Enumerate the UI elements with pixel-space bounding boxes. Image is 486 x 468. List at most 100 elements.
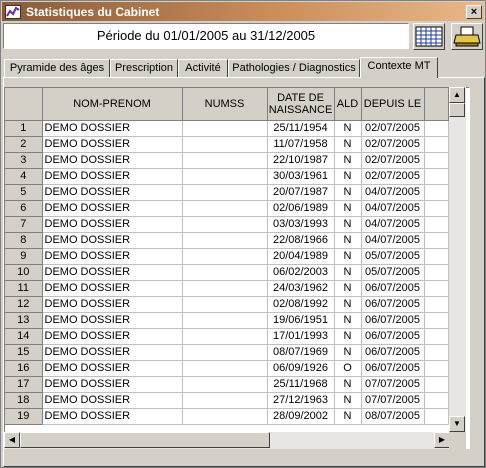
cell-nom-prenom: DEMO DOSSIER xyxy=(42,120,183,137)
vertical-scrollbar[interactable]: ▲ ▼ xyxy=(449,87,466,432)
table-row[interactable]: 13 DEMO DOSSIER 19/06/1951 N 06/07/2005 xyxy=(5,312,449,329)
column-header-nom-prenom[interactable]: NOM-PRENOM xyxy=(42,88,183,121)
column-header-depuis-le[interactable]: DEPUIS LE xyxy=(361,88,425,121)
scroll-up-button[interactable]: ▲ xyxy=(449,87,465,103)
table-row[interactable]: 2 DEMO DOSSIER 11/07/1958 N 02/07/2005 xyxy=(5,136,449,153)
cell-date-naissance: 24/03/1962 xyxy=(267,280,335,297)
cell-ald: N xyxy=(334,120,362,137)
cell-numss xyxy=(182,392,268,409)
column-header-empty xyxy=(424,88,449,121)
scroll-thumb-vertical[interactable] xyxy=(449,103,465,117)
scroll-thumb-horizontal[interactable] xyxy=(20,432,270,448)
printer-icon xyxy=(452,26,482,52)
scroll-right-button[interactable]: ▶ xyxy=(434,432,450,448)
cell-nom-prenom: DEMO DOSSIER xyxy=(42,136,183,153)
cell-ald: N xyxy=(334,376,362,393)
table-row[interactable]: 8 DEMO DOSSIER 22/08/1966 N 04/07/2005 xyxy=(5,232,449,249)
cell-empty xyxy=(424,136,449,153)
cell-ald: N xyxy=(334,328,362,345)
cell-date-naissance: 06/09/1926 xyxy=(267,360,335,377)
cell-empty xyxy=(424,296,449,313)
cell-nom-prenom: DEMO DOSSIER xyxy=(42,408,183,425)
table-row[interactable]: 12 DEMO DOSSIER 02/08/1992 N 06/07/2005 xyxy=(5,296,449,313)
cell-ald: O xyxy=(334,360,362,377)
row-number: 1 xyxy=(5,120,43,137)
cell-depuis-le: 02/07/2005 xyxy=(361,120,425,137)
table-row[interactable]: 3 DEMO DOSSIER 22/10/1987 N 02/07/2005 xyxy=(5,152,449,169)
cell-numss xyxy=(182,136,268,153)
cell-nom-prenom: DEMO DOSSIER xyxy=(42,168,183,185)
cell-ald: N xyxy=(334,280,362,297)
table-row[interactable]: 6 DEMO DOSSIER 02/06/1989 N 04/07/2005 xyxy=(5,200,449,217)
cell-ald: N xyxy=(334,216,362,233)
patients-grid: NOM-PRENOM NUMSS DATE DE NAISSANCE ALD D… xyxy=(4,87,470,449)
table-row[interactable]: 11 DEMO DOSSIER 24/03/1962 N 06/07/2005 xyxy=(5,280,449,297)
table-row[interactable]: 7 DEMO DOSSIER 03/03/1993 N 04/07/2005 xyxy=(5,216,449,233)
cell-empty xyxy=(424,408,449,425)
cell-ald: N xyxy=(334,408,362,425)
cell-depuis-le: 04/07/2005 xyxy=(361,200,425,217)
cell-date-naissance: 19/06/1951 xyxy=(267,312,335,329)
cell-empty xyxy=(424,184,449,201)
table-row[interactable]: 1 DEMO DOSSIER 25/11/1954 N 02/07/2005 xyxy=(5,120,449,137)
cell-empty xyxy=(424,312,449,329)
horizontal-scrollbar[interactable]: ◀ ▶ xyxy=(4,432,450,449)
cell-ald: N xyxy=(334,184,362,201)
cell-depuis-le: 04/07/2005 xyxy=(361,184,425,201)
cell-depuis-le: 08/07/2005 xyxy=(361,408,425,425)
cell-empty xyxy=(424,232,449,249)
grid-view-button[interactable] xyxy=(413,23,445,50)
table-row[interactable]: 16 DEMO DOSSIER 06/09/1926 O 06/07/2005 xyxy=(5,360,449,377)
scroll-down-button[interactable]: ▼ xyxy=(449,416,465,432)
cell-nom-prenom: DEMO DOSSIER xyxy=(42,216,183,233)
tab-pyramide-des-ages[interactable]: Pyramide des âges xyxy=(4,59,110,77)
cell-nom-prenom: DEMO DOSSIER xyxy=(42,200,183,217)
tab-prescription[interactable]: Prescription xyxy=(110,59,178,77)
table-row[interactable]: 15 DEMO DOSSIER 08/07/1969 N 06/07/2005 xyxy=(5,344,449,361)
close-button[interactable]: × xyxy=(466,4,482,19)
cell-depuis-le: 07/07/2005 xyxy=(361,392,425,409)
tab-activite[interactable]: Activité xyxy=(178,59,228,77)
column-header-ald[interactable]: ALD xyxy=(334,88,362,121)
table-row[interactable]: 9 DEMO DOSSIER 20/04/1989 N 05/07/2005 xyxy=(5,248,449,265)
cell-numss xyxy=(182,328,268,345)
cell-depuis-le: 06/07/2005 xyxy=(361,344,425,361)
cell-numss xyxy=(182,232,268,249)
row-number: 6 xyxy=(5,200,43,217)
cell-empty xyxy=(424,120,449,137)
table-row[interactable]: 19 DEMO DOSSIER 28/09/2002 N 08/07/2005 xyxy=(5,408,449,425)
cell-numss xyxy=(182,168,268,185)
tab-pathologies-diagnostics[interactable]: Pathologies / Diagnostics xyxy=(228,59,360,77)
cell-numss xyxy=(182,408,268,425)
period-label: Période du 01/01/2005 au 31/12/2005 xyxy=(3,23,409,49)
cell-ald: N xyxy=(334,264,362,281)
cell-numss xyxy=(182,376,268,393)
table-row[interactable]: 10 DEMO DOSSIER 06/02/2003 N 05/07/2005 xyxy=(5,264,449,281)
title-bar[interactable]: Statistiques du Cabinet × xyxy=(2,2,484,21)
row-number: 9 xyxy=(5,248,43,265)
cell-depuis-le: 06/07/2005 xyxy=(361,280,425,297)
table-row[interactable]: 5 DEMO DOSSIER 20/07/1987 N 04/07/2005 xyxy=(5,184,449,201)
tab-contexte-mt[interactable]: Contexte MT xyxy=(360,57,438,78)
window-title: Statistiques du Cabinet xyxy=(26,4,160,19)
cell-ald: N xyxy=(334,200,362,217)
table-row[interactable]: 18 DEMO DOSSIER 27/12/1963 N 07/07/2005 xyxy=(5,392,449,409)
row-number: 8 xyxy=(5,232,43,249)
cell-numss xyxy=(182,120,268,137)
column-header-date-naissance[interactable]: DATE DE NAISSANCE xyxy=(267,88,335,121)
cell-depuis-le: 02/07/2005 xyxy=(361,136,425,153)
table-row[interactable]: 14 DEMO DOSSIER 17/01/1993 N 06/07/2005 xyxy=(5,328,449,345)
row-number: 13 xyxy=(5,312,43,329)
column-header-numss[interactable]: NUMSS xyxy=(182,88,268,121)
cell-empty xyxy=(424,248,449,265)
cell-numss xyxy=(182,184,268,201)
table-row[interactable]: 17 DEMO DOSSIER 25/11/1968 N 07/07/2005 xyxy=(5,376,449,393)
cell-empty xyxy=(424,360,449,377)
cell-date-naissance: 11/07/1958 xyxy=(267,136,335,153)
print-button[interactable] xyxy=(451,23,483,50)
scroll-left-button[interactable]: ◀ xyxy=(4,432,20,448)
cell-date-naissance: 20/04/1989 xyxy=(267,248,335,265)
table-row[interactable]: 4 DEMO DOSSIER 30/03/1961 N 02/07/2005 xyxy=(5,168,449,185)
cell-ald: N xyxy=(334,312,362,329)
cell-numss xyxy=(182,280,268,297)
